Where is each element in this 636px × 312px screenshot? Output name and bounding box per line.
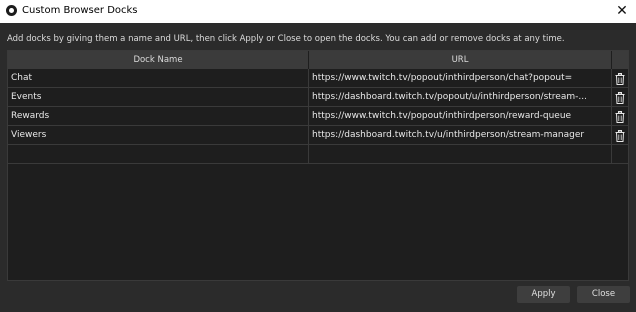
instructions-text: Add docks by giving them a name and URL,… — [7, 34, 565, 44]
trash-icon — [615, 92, 625, 104]
dock-name-cell[interactable]: Chat — [8, 69, 309, 88]
delete-dock-button[interactable] — [612, 88, 628, 107]
dock-url-cell[interactable]: https://www.twitch.tv/popout/inthirdpers… — [309, 69, 612, 88]
table-row: Viewers https://dashboard.twitch.tv/u/in… — [8, 126, 628, 145]
trash-icon — [615, 130, 625, 142]
dock-name-cell[interactable]: Events — [8, 88, 309, 107]
close-window-icon[interactable]: ✕ — [608, 0, 636, 23]
delete-dock-button[interactable] — [612, 126, 628, 145]
new-dock-name-input[interactable] — [8, 145, 309, 164]
column-header-url[interactable]: URL — [309, 51, 612, 69]
table-row: Rewards https://www.twitch.tv/popout/int… — [8, 107, 628, 126]
dock-url-cell[interactable]: https://www.twitch.tv/popout/inthirdpers… — [309, 107, 612, 126]
dock-url-cell[interactable]: https://dashboard.twitch.tv/u/inthirdper… — [309, 126, 612, 145]
apply-button[interactable]: Apply — [517, 286, 570, 303]
dock-name-cell[interactable]: Viewers — [8, 126, 309, 145]
docks-table: Dock Name URL Chat https://www.twitch.tv… — [7, 50, 629, 281]
title-bar: Custom Browser Docks ✕ — [0, 0, 636, 23]
new-dock-row — [8, 145, 628, 164]
delete-dock-button[interactable] — [612, 69, 628, 88]
new-dock-action-cell — [612, 145, 628, 164]
trash-icon — [615, 73, 625, 85]
delete-dock-button[interactable] — [612, 107, 628, 126]
column-header-actions — [612, 51, 628, 69]
custom-browser-docks-dialog: Custom Browser Docks ✕ Add docks by givi… — [0, 0, 636, 312]
trash-icon — [615, 111, 625, 123]
obs-logo-icon — [6, 5, 17, 16]
table-row: Chat https://www.twitch.tv/popout/inthir… — [8, 69, 628, 88]
close-button[interactable]: Close — [577, 286, 630, 303]
dock-name-cell[interactable]: Rewards — [8, 107, 309, 126]
table-header: Dock Name URL — [8, 51, 628, 69]
window-title: Custom Browser Docks — [22, 5, 138, 16]
dock-url-cell[interactable]: https://dashboard.twitch.tv/popout/u/int… — [309, 88, 612, 107]
table-row: Events https://dashboard.twitch.tv/popou… — [8, 88, 628, 107]
column-header-dock-name[interactable]: Dock Name — [8, 51, 309, 69]
new-dock-url-input[interactable] — [309, 145, 612, 164]
